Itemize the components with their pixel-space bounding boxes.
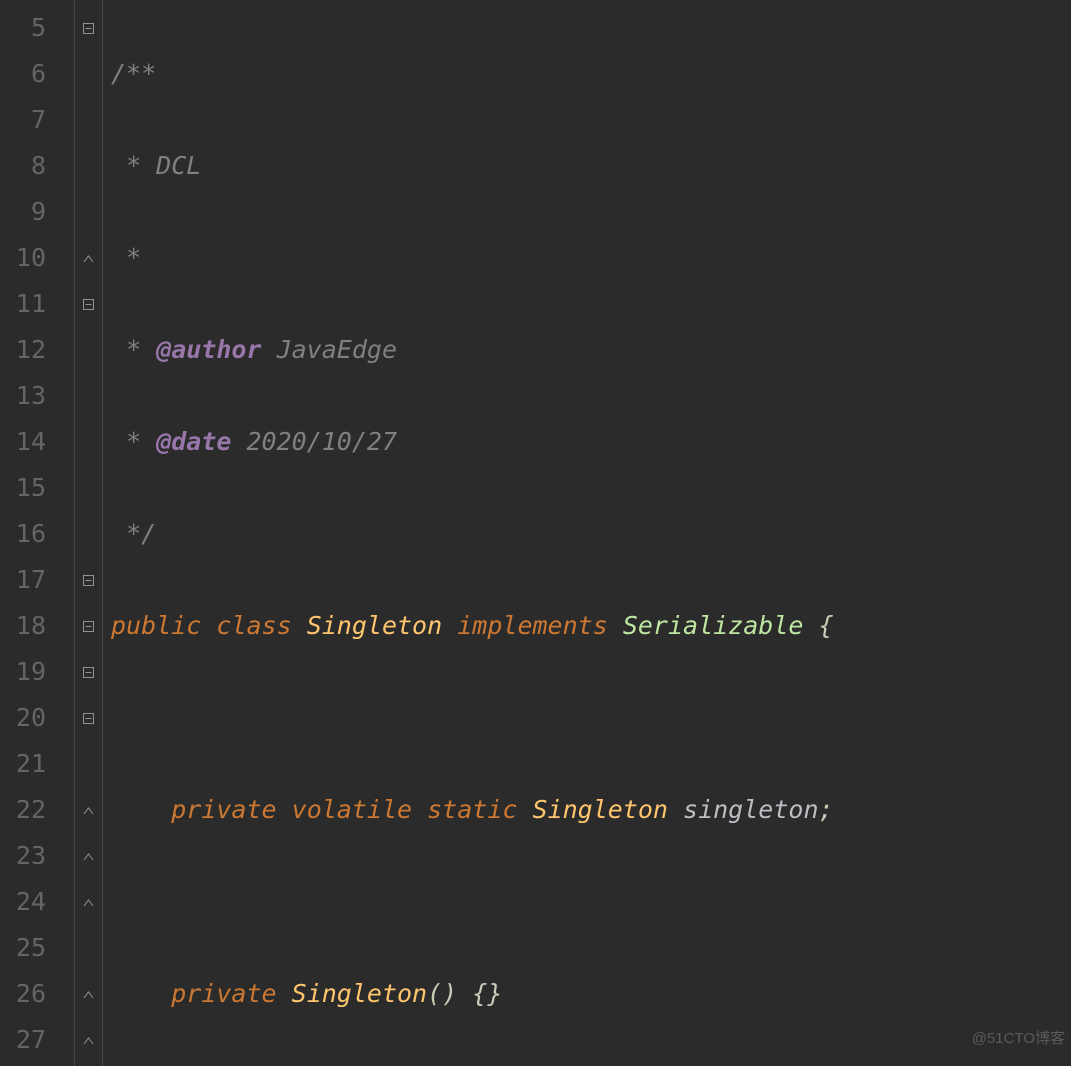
line-number: 27 (0, 1017, 74, 1063)
line-number: 19 (0, 649, 74, 695)
fold-slot (75, 5, 102, 51)
line-number-gutter: 5678910111213141516171819202122232425262… (0, 0, 75, 1066)
fold-slot (75, 833, 102, 879)
fold-slot (75, 649, 102, 695)
line-number: 20 (0, 695, 74, 741)
code-line: */ (111, 511, 1071, 557)
fold-slot (75, 787, 102, 833)
fold-collapse-icon[interactable] (83, 620, 95, 632)
code-line: * @author JavaEdge (111, 327, 1071, 373)
line-number: 10 (0, 235, 74, 281)
line-number: 15 (0, 465, 74, 511)
fold-end-icon[interactable] (83, 804, 95, 816)
code-line (111, 695, 1071, 741)
fold-slot (75, 557, 102, 603)
line-number: 14 (0, 419, 74, 465)
line-number: 5 (0, 5, 74, 51)
fold-slot (75, 281, 102, 327)
line-number: 18 (0, 603, 74, 649)
fold-slot (75, 51, 102, 97)
fold-slot (75, 373, 102, 419)
code-line: * DCL (111, 143, 1071, 189)
fold-slot (75, 511, 102, 557)
code-line: /** (111, 51, 1071, 97)
fold-collapse-icon[interactable] (83, 22, 95, 34)
fold-slot (75, 879, 102, 925)
fold-slot (75, 189, 102, 235)
fold-slot (75, 971, 102, 1017)
code-editor[interactable]: 5678910111213141516171819202122232425262… (0, 0, 1071, 1066)
fold-slot (75, 465, 102, 511)
fold-slot (75, 1017, 102, 1063)
code-line: * (111, 235, 1071, 281)
fold-slot (75, 97, 102, 143)
line-number: 12 (0, 327, 74, 373)
code-line (111, 879, 1071, 925)
line-number: 16 (0, 511, 74, 557)
fold-slot (75, 695, 102, 741)
fold-column[interactable] (75, 0, 103, 1066)
line-number: 25 (0, 925, 74, 971)
line-number: 23 (0, 833, 74, 879)
line-number: 26 (0, 971, 74, 1017)
fold-slot (75, 603, 102, 649)
line-number: 24 (0, 879, 74, 925)
code-line: public class Singleton implements Serial… (111, 603, 1071, 649)
watermark-text: @51CTO博客 (972, 1016, 1065, 1062)
line-number: 13 (0, 373, 74, 419)
fold-slot (75, 741, 102, 787)
fold-collapse-icon[interactable] (83, 574, 95, 586)
fold-collapse-icon[interactable] (83, 666, 95, 678)
code-line: private Singleton() {} (111, 971, 1071, 1017)
fold-end-icon[interactable] (83, 850, 95, 862)
code-area[interactable]: /** * DCL * * @author JavaEdge * @date 2… (103, 0, 1071, 1066)
fold-collapse-icon[interactable] (83, 712, 95, 724)
fold-slot (75, 143, 102, 189)
code-line: private volatile static Singleton single… (111, 787, 1071, 833)
line-number: 22 (0, 787, 74, 833)
line-number: 8 (0, 143, 74, 189)
fold-end-icon[interactable] (83, 896, 95, 908)
line-number: 21 (0, 741, 74, 787)
line-number: 7 (0, 97, 74, 143)
line-number: 17 (0, 557, 74, 603)
fold-end-icon[interactable] (83, 1034, 95, 1046)
fold-slot (75, 327, 102, 373)
fold-slot (75, 419, 102, 465)
line-number: 9 (0, 189, 74, 235)
line-number: 11 (0, 281, 74, 327)
fold-slot (75, 925, 102, 971)
fold-end-icon[interactable] (83, 988, 95, 1000)
fold-slot (75, 235, 102, 281)
fold-collapse-icon[interactable] (83, 298, 95, 310)
fold-end-icon[interactable] (83, 252, 95, 264)
line-number: 6 (0, 51, 74, 97)
code-line: * @date 2020/10/27 (111, 419, 1071, 465)
